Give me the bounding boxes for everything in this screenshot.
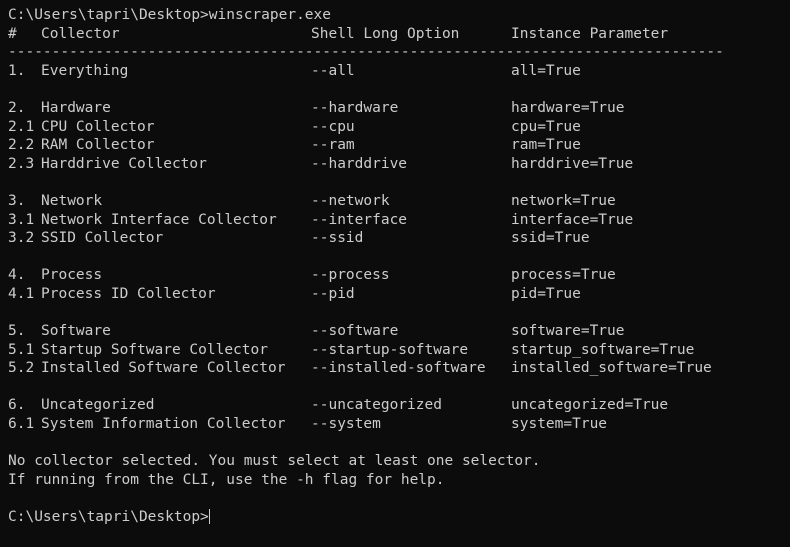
text-cursor bbox=[208, 509, 211, 525]
table-row: 6. Uncategorized --uncategorized uncategori… bbox=[8, 396, 790, 415]
row-number: 2. bbox=[8, 99, 26, 116]
header-collector: Collector bbox=[41, 25, 120, 42]
row-shell-long-option: --process bbox=[311, 267, 390, 284]
row-shell-long-option: --interface bbox=[311, 211, 408, 228]
row-number: 3.2 bbox=[8, 230, 35, 247]
collector-table: 1. Everything --all all=True 2. Hardware --har… bbox=[8, 62, 790, 434]
row-instance-parameter: software=True bbox=[511, 323, 625, 340]
row-shell-long-option: --ram bbox=[311, 137, 355, 154]
command-line: C:\Users\tapri\Desktop>winscraper.exe bbox=[8, 7, 332, 23]
row-collector-name: System Information Collector bbox=[41, 416, 286, 433]
row-instance-parameter: installed_software=True bbox=[511, 360, 712, 377]
row-instance-parameter: process=True bbox=[511, 267, 616, 284]
table-row: 2. Hardware --hardware hardware=True bbox=[8, 99, 790, 118]
row-collector-name: Network bbox=[41, 192, 103, 209]
row-collector-name: Software bbox=[41, 323, 111, 340]
header-separator: ----------------------------------------… bbox=[8, 44, 724, 61]
table-row: 1. Everything --all all=True bbox=[8, 62, 790, 81]
row-instance-parameter: ram=True bbox=[511, 137, 581, 154]
row-instance-parameter: startup_software=True bbox=[511, 341, 695, 358]
row-number: 6.1 bbox=[8, 416, 35, 433]
row-instance-parameter: all=True bbox=[511, 62, 581, 79]
table-row: 5. Software --software software=True bbox=[8, 322, 790, 341]
row-collector-name: Network Interface Collector bbox=[41, 211, 277, 228]
table-row: 3. Network --network network=True bbox=[8, 192, 790, 211]
row-instance-parameter: interface=True bbox=[511, 211, 634, 228]
row-shell-long-option: --system bbox=[311, 416, 381, 433]
table-blank-row bbox=[8, 80, 790, 99]
table-row: 2.1 CPU Collector --cpu cpu=True bbox=[8, 118, 790, 137]
row-collector-name: CPU Collector bbox=[41, 118, 155, 135]
table-row: 6.1 System Information Collector --system s… bbox=[8, 415, 790, 434]
row-number: 4. bbox=[8, 267, 26, 284]
row-number: 2.2 bbox=[8, 137, 35, 154]
row-number: 1. bbox=[8, 62, 26, 79]
row-number: 3. bbox=[8, 192, 26, 209]
row-collector-name: Everything bbox=[41, 62, 129, 79]
row-number: 6. bbox=[8, 397, 26, 414]
table-blank-row bbox=[8, 304, 790, 323]
row-collector-name: Startup Software Collector bbox=[41, 341, 268, 358]
row-instance-parameter: hardware=True bbox=[511, 99, 625, 116]
row-collector-name: Hardware bbox=[41, 99, 111, 116]
row-shell-long-option: --software bbox=[311, 323, 399, 340]
terminal-screen: C:\Users\tapri\Desktop>winscraper.exe # … bbox=[0, 0, 790, 527]
table-header-row: # Collector Shell Long Option Instance P… bbox=[8, 25, 790, 44]
row-instance-parameter: network=True bbox=[511, 192, 616, 209]
table-row: 2.2 RAM Collector --ram ram=True bbox=[8, 136, 790, 155]
row-number: 2.3 bbox=[8, 155, 35, 172]
row-instance-parameter: uncategorized=True bbox=[511, 397, 669, 414]
header-number: # bbox=[8, 25, 17, 42]
row-shell-long-option: --all bbox=[311, 62, 355, 79]
row-shell-long-option: --startup-software bbox=[311, 341, 469, 358]
row-shell-long-option: --hardware bbox=[311, 99, 399, 116]
row-instance-parameter: pid=True bbox=[511, 285, 581, 302]
table-row: 4.1 Process ID Collector --pid pid=True bbox=[8, 285, 790, 304]
message-cli-help: If running from the CLI, use the -h flag… bbox=[8, 471, 445, 488]
table-blank-row bbox=[8, 248, 790, 267]
row-number: 2.1 bbox=[8, 118, 35, 135]
table-row: 5.1 Startup Software Collector --startup-s… bbox=[8, 341, 790, 360]
table-row: 4. Process --process process=True bbox=[8, 266, 790, 285]
final-prompt-line[interactable]: C:\Users\tapri\Desktop> bbox=[8, 508, 790, 527]
table-row: 2.3 Harddrive Collector --harddrive harddri… bbox=[8, 155, 790, 174]
row-shell-long-option: --harddrive bbox=[311, 155, 408, 172]
row-instance-parameter: system=True bbox=[511, 416, 608, 433]
row-shell-long-option: --uncategorized bbox=[311, 397, 442, 414]
table-row: 3.1 Network Interface Collector --interfac… bbox=[8, 211, 790, 230]
row-number: 4.1 bbox=[8, 285, 35, 302]
row-collector-name: Harddrive Collector bbox=[41, 155, 207, 172]
row-number: 5.2 bbox=[8, 360, 35, 377]
row-collector-name: Process ID Collector bbox=[41, 285, 216, 302]
row-number: 3.1 bbox=[8, 211, 35, 228]
row-instance-parameter: cpu=True bbox=[511, 118, 581, 135]
row-collector-name: SSID Collector bbox=[41, 230, 164, 247]
row-collector-name: Uncategorized bbox=[41, 397, 155, 414]
row-shell-long-option: --installed-software bbox=[311, 360, 486, 377]
table-row: 5.2 Installed Software Collector --install… bbox=[8, 359, 790, 378]
table-row: 3.2 SSID Collector --ssid ssid=True bbox=[8, 229, 790, 248]
row-collector-name: RAM Collector bbox=[41, 137, 155, 154]
row-shell-long-option: --ssid bbox=[311, 230, 364, 247]
row-collector-name: Installed Software Collector bbox=[41, 360, 286, 377]
row-collector-name: Process bbox=[41, 267, 103, 284]
header-shell-long-option: Shell Long Option bbox=[311, 25, 460, 42]
row-number: 5. bbox=[8, 323, 26, 340]
terminal-window[interactable]: C:\Users\tapri\Desktop>winscraper.exe # … bbox=[0, 0, 790, 547]
row-shell-long-option: --network bbox=[311, 192, 390, 209]
final-prompt-text: C:\Users\tapri\Desktop> bbox=[8, 509, 209, 526]
table-blank-row bbox=[8, 173, 790, 192]
row-number: 5.1 bbox=[8, 341, 35, 358]
header-instance-parameter: Instance Parameter bbox=[511, 25, 669, 42]
row-shell-long-option: --pid bbox=[311, 285, 355, 302]
row-shell-long-option: --cpu bbox=[311, 118, 355, 135]
table-blank-row bbox=[8, 378, 790, 397]
spacer-line-2 bbox=[8, 489, 790, 508]
row-instance-parameter: harddrive=True bbox=[511, 155, 634, 172]
message-no-collector: No collector selected. You must select a… bbox=[8, 453, 541, 470]
row-instance-parameter: ssid=True bbox=[511, 230, 590, 247]
